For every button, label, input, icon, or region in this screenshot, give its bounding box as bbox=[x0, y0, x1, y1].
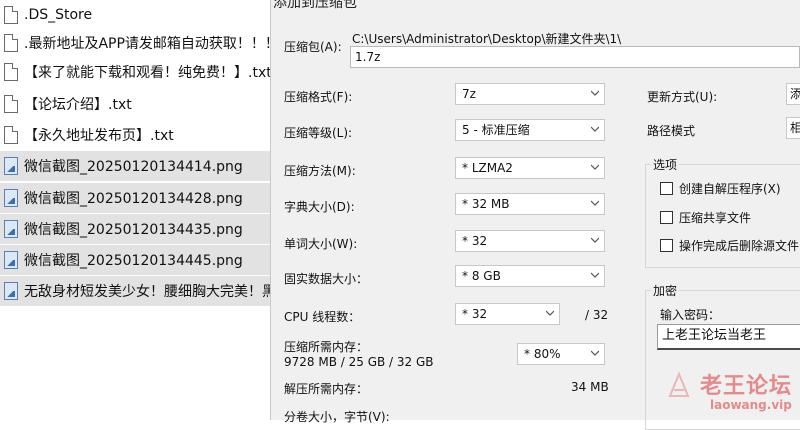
watermark: 老王论坛 laowang.vip bbox=[668, 368, 800, 420]
file-name: 无敌身材短发美少女！腰细胸大完美！黑色 bbox=[24, 284, 272, 300]
document-icon bbox=[4, 63, 18, 81]
dictionary-value: * 32 MB bbox=[462, 197, 510, 211]
file-item[interactable]: .DS_Store bbox=[0, 0, 272, 30]
file-item[interactable]: 【论坛介绍】.txt bbox=[0, 89, 272, 119]
image-file-icon bbox=[4, 282, 18, 300]
file-item[interactable]: 无敌身材短发美少女！腰细胸大完美！黑色 bbox=[0, 276, 272, 306]
file-name: .最新地址及APP请发邮箱自动获取！！！. bbox=[24, 36, 272, 52]
chevron-down-icon bbox=[591, 200, 599, 207]
dictionary-select[interactable]: * 32 MB bbox=[455, 193, 605, 215]
level-select[interactable]: 5 - 标准压缩 bbox=[455, 119, 605, 141]
checkbox-unchecked-icon bbox=[660, 211, 673, 224]
shared-files-label: 压缩共享文件 bbox=[679, 211, 752, 225]
cpu-threads-max: / 32 bbox=[585, 308, 609, 322]
delete-after-checkbox[interactable]: 操作完成后删除源文件 bbox=[660, 237, 799, 254]
dictionary-label: 字典大小(D): bbox=[284, 200, 355, 214]
shared-files-checkbox[interactable]: 压缩共享文件 bbox=[660, 209, 751, 226]
decompress-memory-label: 解压所需内存： bbox=[284, 382, 369, 396]
solid-block-label: 固实数据大小： bbox=[284, 272, 369, 286]
path-mode-value: 相 bbox=[790, 121, 800, 135]
file-name: 微信截图_20250120134414.png bbox=[24, 159, 243, 175]
format-select[interactable]: 7z bbox=[455, 83, 605, 105]
password-input[interactable]: 上老王论坛当老王 bbox=[657, 324, 800, 350]
file-item[interactable]: 【来了就能下载和观看！纯免费！】.txt bbox=[0, 57, 272, 87]
update-mode-select[interactable]: 添 bbox=[786, 83, 800, 105]
method-value: * LZMA2 bbox=[462, 161, 513, 175]
file-item[interactable]: 【永久地址发布页】.txt bbox=[0, 120, 272, 150]
file-item[interactable]: 微信截图_20250120134414.png bbox=[0, 151, 272, 181]
memory-usage-select[interactable]: * 80% bbox=[517, 343, 605, 365]
cpu-threads-value: * 32 bbox=[462, 307, 488, 321]
format-value: 7z bbox=[462, 87, 476, 101]
compress-memory-value: 9728 MB / 25 GB / 32 GB bbox=[284, 355, 434, 369]
dialog-title: 添加到压缩包 bbox=[273, 0, 357, 11]
cpu-threads-select[interactable]: * 32 bbox=[455, 303, 560, 325]
chevron-down-icon bbox=[591, 350, 599, 357]
file-name: 微信截图_20250120134435.png bbox=[24, 222, 243, 238]
update-mode-label: 更新方式(U): bbox=[647, 90, 718, 104]
level-value: 5 - 标准压缩 bbox=[462, 123, 530, 137]
file-item[interactable]: 微信截图_20250120134428.png bbox=[0, 183, 272, 213]
cpu-threads-label: CPU 线程数： bbox=[284, 310, 361, 324]
archive-directory: C:\Users\Administrator\Desktop\新建文件夹\1\ bbox=[352, 32, 622, 46]
path-mode-select[interactable]: 相 bbox=[786, 117, 800, 139]
image-file-icon bbox=[4, 157, 18, 175]
solid-block-select[interactable]: * 8 GB bbox=[455, 265, 605, 287]
image-file-icon bbox=[4, 220, 18, 238]
watermark-text: 老王论坛 bbox=[700, 374, 793, 399]
file-name: 【来了就能下载和观看！纯免费！】.txt bbox=[24, 65, 272, 81]
chevron-down-icon bbox=[591, 237, 599, 244]
word-size-label: 单词大小(W): bbox=[284, 237, 358, 251]
chevron-down-icon bbox=[591, 272, 599, 279]
document-icon bbox=[4, 34, 18, 52]
file-name: .DS_Store bbox=[24, 7, 93, 23]
sfx-label: 创建自解压程序(X) bbox=[679, 182, 781, 196]
watermark-logo-icon bbox=[668, 371, 690, 397]
options-title: 选项 bbox=[651, 156, 680, 173]
checkbox-unchecked-icon bbox=[660, 239, 673, 252]
word-size-value: * 32 bbox=[462, 234, 488, 248]
document-icon bbox=[4, 126, 18, 144]
word-size-select[interactable]: * 32 bbox=[455, 230, 605, 252]
update-mode-value: 添 bbox=[790, 87, 800, 101]
archive-name-input[interactable]: 1.7z bbox=[350, 46, 800, 68]
document-icon bbox=[4, 6, 18, 24]
checkbox-unchecked-icon bbox=[660, 182, 673, 195]
compress-memory-label: 压缩所需内存： bbox=[284, 340, 369, 354]
level-label: 压缩等级(L): bbox=[284, 126, 353, 140]
sfx-checkbox[interactable]: 创建自解压程序(X) bbox=[660, 180, 781, 197]
watermark-url: laowang.vip bbox=[710, 398, 792, 412]
document-icon bbox=[4, 95, 18, 113]
split-size-label: 分卷大小，字节(V): bbox=[284, 410, 390, 424]
file-name: 微信截图_20250120134428.png bbox=[24, 191, 243, 207]
password-label: 输入密码： bbox=[660, 308, 721, 322]
chevron-down-icon bbox=[591, 90, 599, 97]
delete-after-label: 操作完成后删除源文件 bbox=[679, 239, 800, 253]
chevron-down-icon bbox=[591, 164, 599, 171]
chevron-down-icon bbox=[591, 126, 599, 133]
file-name: 【论坛介绍】.txt bbox=[24, 97, 132, 113]
image-file-icon bbox=[4, 251, 18, 269]
encryption-title: 加密 bbox=[651, 282, 680, 299]
method-select[interactable]: * LZMA2 bbox=[455, 157, 605, 179]
file-name: 【永久地址发布页】.txt bbox=[24, 128, 174, 144]
format-label: 压缩格式(F): bbox=[284, 90, 353, 104]
memory-usage-value: * 80% bbox=[524, 347, 561, 361]
path-mode-label: 路径模式 bbox=[647, 124, 696, 138]
file-item[interactable]: 微信截图_20250120134435.png bbox=[0, 214, 272, 244]
chevron-down-icon bbox=[546, 310, 554, 317]
method-label: 压缩方法(M): bbox=[284, 164, 356, 178]
file-list: .DS_Store .最新地址及APP请发邮箱自动获取！！！. 【来了就能下载和… bbox=[0, 0, 272, 420]
solid-block-value: * 8 GB bbox=[462, 269, 501, 283]
file-item[interactable]: .最新地址及APP请发邮箱自动获取！！！. bbox=[0, 28, 272, 58]
image-file-icon bbox=[4, 189, 18, 207]
file-name: 微信截图_20250120134445.png bbox=[24, 253, 243, 269]
file-item[interactable]: 微信截图_20250120134445.png bbox=[0, 245, 272, 275]
archive-label: 压缩包(A): bbox=[284, 40, 342, 54]
decompress-memory-value: 34 MB bbox=[571, 380, 609, 394]
